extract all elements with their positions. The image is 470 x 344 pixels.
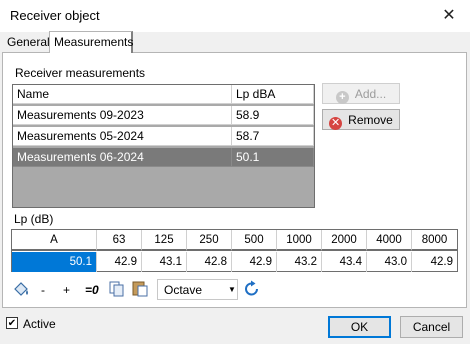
row-value: 58.7	[232, 127, 314, 146]
band-header: 250	[187, 230, 232, 251]
table-row[interactable]: Measurements 09-2023 58.9	[13, 106, 314, 125]
band-header: 4000	[367, 230, 412, 251]
value-cell[interactable]: 42.8	[187, 252, 232, 272]
spectrum-values-row: 50.1 42.9 43.1 42.8 42.9 43.2 43.4 43.0 …	[12, 252, 457, 272]
remove-button[interactable]: ✕ Remove	[322, 109, 400, 130]
measurements-grid[interactable]: Name Lp dBA Measurements 09-2023 58.9 Me…	[12, 84, 315, 208]
receiver-measurements-label: Receiver measurements	[15, 66, 146, 80]
value-cell[interactable]: 42.9	[232, 252, 277, 272]
remove-icon: ✕	[329, 117, 343, 130]
active-checkbox[interactable]: ✔	[6, 317, 18, 329]
tab-measurements[interactable]: Measurements	[49, 31, 133, 53]
close-icon[interactable]: ✕	[436, 4, 462, 28]
table-row-selected[interactable]: Measurements 06-2024 50.1	[13, 148, 314, 167]
paint-bucket-icon[interactable]	[12, 280, 32, 298]
remove-button-label: Remove	[348, 113, 393, 127]
value-cell[interactable]: 43.4	[322, 252, 367, 272]
table-row[interactable]: Measurements 05-2024 58.7	[13, 127, 314, 146]
active-label: Active	[23, 317, 56, 331]
increase-button[interactable]: +	[63, 282, 70, 298]
value-cell[interactable]: 42.9	[97, 252, 142, 272]
band-header: 2000	[322, 230, 367, 251]
band-header: 63	[97, 230, 142, 251]
add-button-label: Add...	[354, 87, 387, 101]
add-button[interactable]: + Add...	[322, 83, 400, 104]
row-name: Measurements 05-2024	[13, 127, 232, 146]
value-cell-a[interactable]: 50.1	[12, 252, 97, 272]
value-cell[interactable]: 42.9	[412, 252, 457, 272]
band-header: 8000	[412, 230, 457, 251]
row-value: 58.9	[232, 106, 314, 125]
column-header-lp-dba[interactable]: Lp dBA	[232, 85, 314, 104]
copy-icon[interactable]	[109, 281, 125, 297]
row-name: Measurements 09-2023	[13, 106, 232, 125]
set-zero-button[interactable]: =0	[85, 282, 99, 298]
window-title: Receiver object	[10, 8, 100, 23]
value-cell[interactable]: 43.0	[367, 252, 412, 272]
value-cell[interactable]: 43.2	[277, 252, 322, 272]
band-header: 1000	[277, 230, 322, 251]
value-cell[interactable]: 43.1	[142, 252, 187, 272]
refresh-icon[interactable]	[243, 280, 261, 298]
lp-spectrum-grid[interactable]: A 63 125 250 500 1000 2000 4000 8000 50.…	[11, 229, 458, 272]
column-header-name[interactable]: Name	[13, 85, 232, 104]
row-value: 50.1	[232, 148, 314, 167]
cancel-button[interactable]: Cancel	[400, 316, 463, 338]
chevron-down-icon: ▼	[228, 285, 236, 294]
band-header-a: A	[12, 230, 97, 251]
grid-header-row: Name Lp dBA	[13, 85, 314, 104]
band-header: 125	[142, 230, 187, 251]
row-name: Measurements 06-2024	[13, 148, 232, 167]
ok-button[interactable]: OK	[328, 316, 391, 338]
plus-icon: +	[335, 91, 349, 104]
lp-label: Lp (dB)	[14, 212, 54, 226]
paste-icon[interactable]	[132, 280, 148, 297]
band-select[interactable]: Octave	[157, 279, 238, 300]
band-header: 500	[232, 230, 277, 251]
decrease-button[interactable]: -	[41, 282, 45, 298]
spectrum-header-row: A 63 125 250 500 1000 2000 4000 8000	[12, 230, 457, 251]
tab-general[interactable]: General	[3, 33, 50, 53]
